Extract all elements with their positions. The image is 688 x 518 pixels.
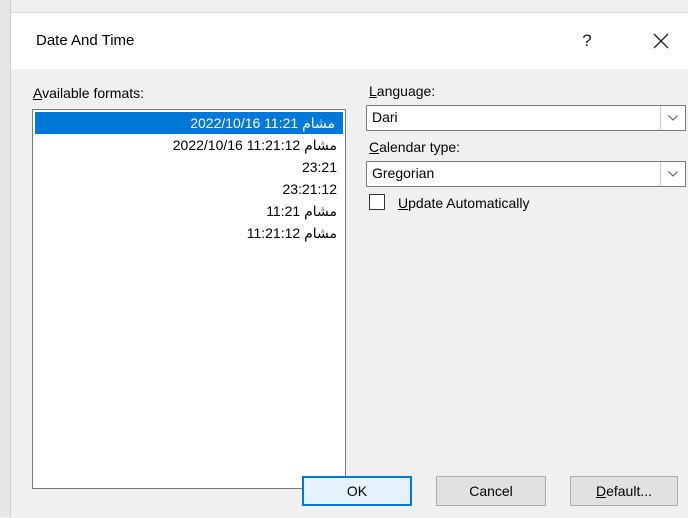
update-automatically-label[interactable]: Update Automatically — [398, 195, 530, 211]
update-automatically-checkbox[interactable] — [369, 194, 385, 210]
language-label: Language: — [369, 83, 436, 99]
cancel-label: Cancel — [469, 483, 513, 499]
language-dropdown-button[interactable] — [660, 106, 685, 130]
list-item[interactable]: 23:21:12 — [33, 178, 345, 200]
calendar-type-value: Gregorian — [372, 165, 435, 181]
default-label: Default... — [595, 483, 653, 499]
date-time-dialog: Date And Time ? Available formats: مشام … — [11, 12, 688, 518]
dialog-title: Date And Time — [36, 32, 135, 49]
title-bar: Date And Time ? — [11, 13, 688, 69]
list-item[interactable]: مشام 11:21 2022/10/16 — [35, 112, 343, 134]
language-value: Dari — [372, 109, 398, 125]
calendar-type-label: Calendar type: — [369, 139, 461, 155]
close-button[interactable] — [641, 23, 681, 59]
chevron-down-icon — [668, 115, 678, 121]
language-select[interactable]: Dari — [366, 105, 686, 131]
available-formats-label: Available formats: — [33, 85, 145, 101]
ok-button[interactable]: OK — [302, 476, 412, 506]
default-button[interactable]: Default... — [570, 476, 678, 506]
list-item[interactable]: مشام 11:21:12 2022/10/16 — [33, 134, 345, 156]
help-label: ? — [582, 31, 592, 50]
available-formats-list[interactable]: مشام 11:21 2022/10/16 مشام 11:21:12 2022… — [32, 109, 346, 489]
help-button[interactable]: ? — [567, 23, 607, 59]
calendar-type-select[interactable]: Gregorian — [366, 161, 686, 187]
calendar-dropdown-button[interactable] — [660, 162, 685, 186]
cancel-button[interactable]: Cancel — [436, 476, 546, 506]
background-window-edge — [0, 0, 11, 517]
list-item[interactable]: مشام 11:21 — [33, 200, 345, 222]
ok-label: OK — [346, 483, 368, 499]
chevron-down-icon — [668, 171, 678, 177]
list-item[interactable]: مشام 11:21:12 — [33, 222, 345, 244]
list-item[interactable]: 23:21 — [33, 156, 345, 178]
close-icon — [653, 33, 669, 49]
